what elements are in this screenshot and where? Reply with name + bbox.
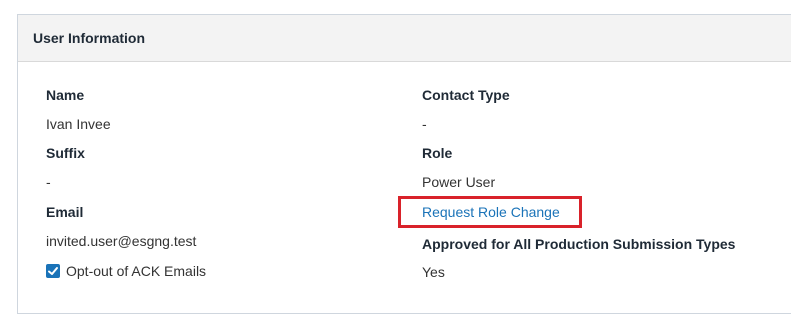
cropped-top-text [0,0,791,6]
approved-label: Approved for All Production Submission T… [422,236,736,252]
suffix-value: - [46,174,51,190]
contact-type-value: - [422,116,427,132]
name-label: Name [46,87,85,103]
contact-type-label: Contact Type [422,87,510,103]
panel-title: User Information [33,30,146,46]
request-role-change-link[interactable]: Request Role Change [422,204,560,220]
role-label: Role [422,145,453,161]
suffix-label: Suffix [46,145,85,161]
opt-out-label: Opt-out of ACK Emails [66,263,207,279]
checkmark-icon [48,267,58,275]
role-value: Power User [422,174,496,190]
approved-value: Yes [422,264,445,280]
opt-out-ack-emails[interactable]: Opt-out of ACK Emails [46,263,206,279]
email-label: Email [46,204,84,220]
opt-out-checkbox[interactable] [46,264,60,278]
email-value: invited.user@esgng.test [46,233,197,249]
name-value: Ivan Invee [46,116,111,132]
panel-header: User Information [18,15,791,62]
